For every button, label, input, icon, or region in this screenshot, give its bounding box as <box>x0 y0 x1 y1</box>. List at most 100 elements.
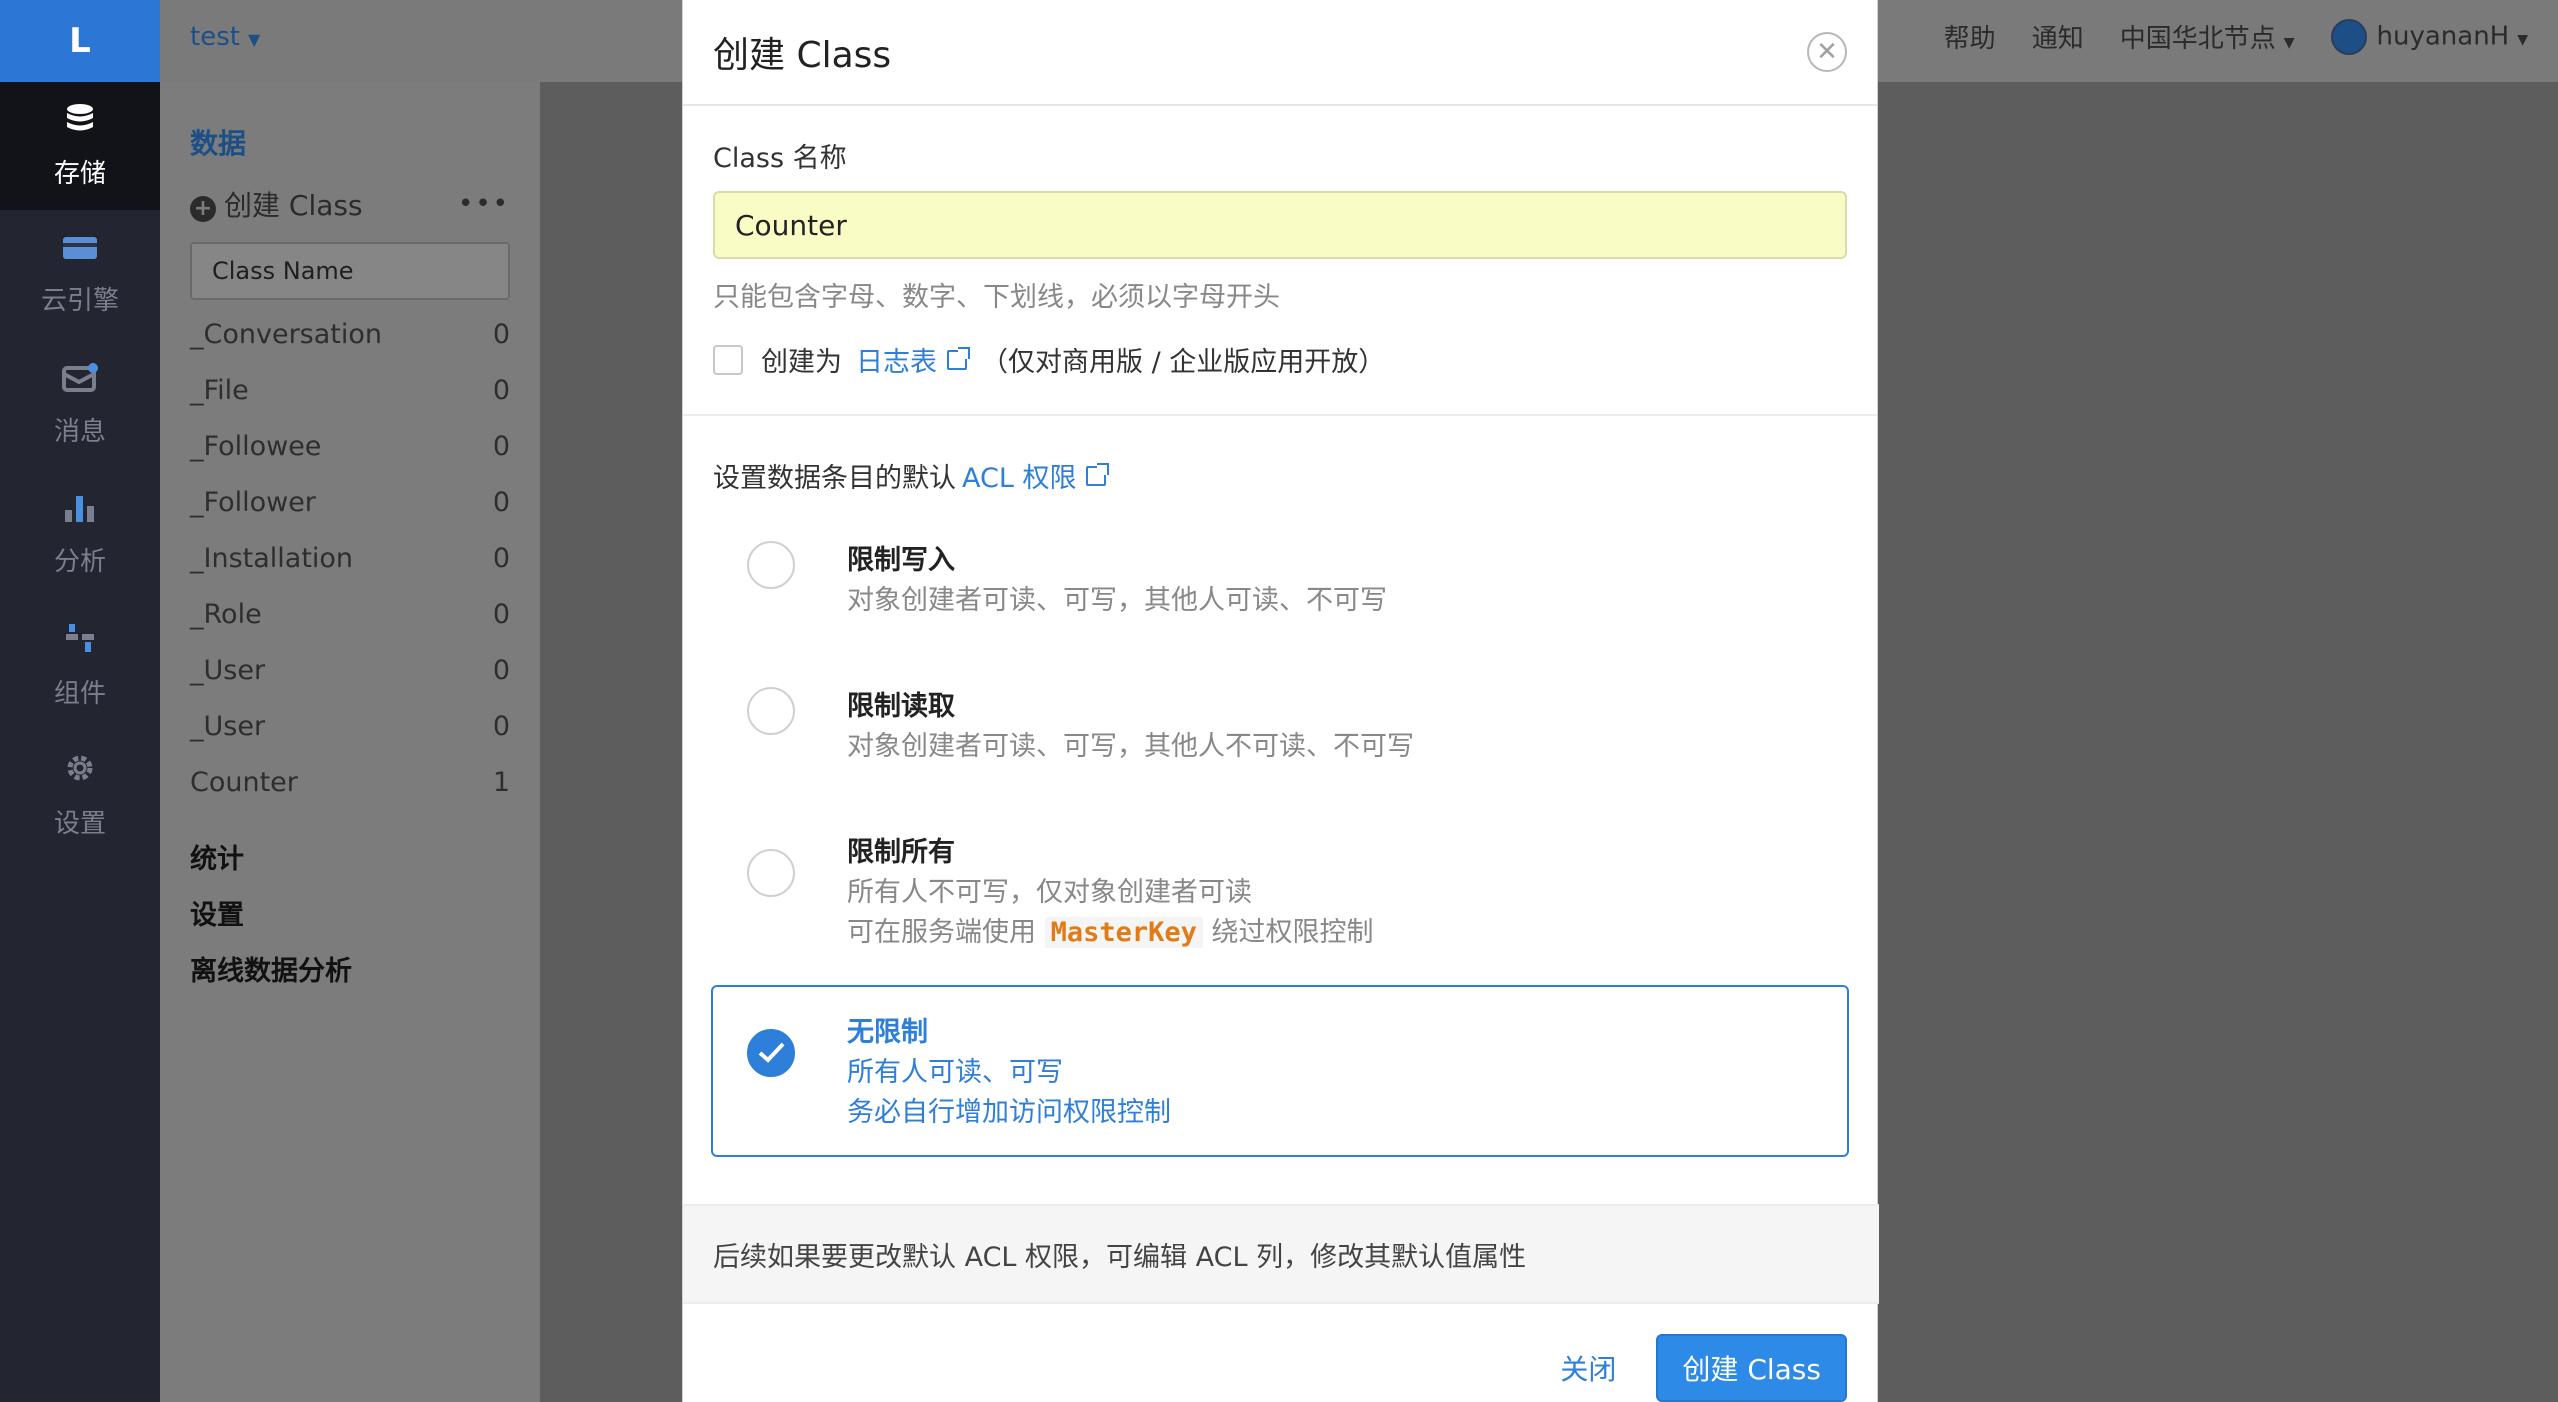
create-class-row: + 创建 Class ••• <box>190 184 510 224</box>
help-link[interactable]: 帮助 <box>1944 18 1996 55</box>
nav-item-label: 分析 <box>53 547 106 577</box>
close-icon[interactable]: ✕ <box>1807 32 1847 72</box>
nav-item-label: 设置 <box>53 809 106 839</box>
server-icon <box>61 233 99 270</box>
class-count: 0 <box>492 374 510 406</box>
acl-heading-prefix: 设置数据条目的默认 <box>713 463 956 494</box>
acl-option-desc: 对象创建者可读、可写，其他人不可读、不可写 <box>847 731 1414 762</box>
external-link-icon <box>1086 462 1110 486</box>
class-name: _Role <box>190 598 262 630</box>
notice-link[interactable]: 通知 <box>2032 18 2084 55</box>
acl-option-restrict-read[interactable]: 限制读取 对象创建者可读、可写，其他人不可读、不可写 <box>711 665 1849 811</box>
log-table-suffix: （仅对商用版 / 企业版应用开放） <box>981 347 1386 378</box>
acl-link[interactable]: ACL 权限 <box>962 456 1076 495</box>
gear-icon <box>62 750 98 793</box>
sidebar-section-title[interactable]: 数据 <box>190 122 510 162</box>
components-icon <box>62 620 98 663</box>
log-table-checkbox[interactable] <box>713 344 743 375</box>
more-options-icon[interactable]: ••• <box>458 189 510 219</box>
acl-option-desc: 所有人可读、可写 <box>847 1057 1063 1088</box>
class-list-item[interactable]: _User 0 <box>190 698 510 754</box>
create-class-dialog: 创建 Class ✕ Class 名称 Counter 只能包含字母、数字、下划… <box>682 0 1879 1402</box>
acl-option-restrict-write[interactable]: 限制写入 对象创建者可读、可写，其他人可读、不可写 <box>711 519 1849 665</box>
user-name: huyananH <box>2376 21 2510 51</box>
radio-button[interactable] <box>747 849 795 897</box>
app-switcher[interactable]: test ▼ <box>190 22 260 52</box>
sidebar-link-stats[interactable]: 统计 <box>190 828 510 884</box>
class-list-item[interactable]: _Conversation 0 <box>190 306 510 362</box>
class-filter-input[interactable]: Class Name <box>190 242 510 300</box>
class-count: 0 <box>492 318 510 350</box>
create-class-submit-button[interactable]: 创建 Class <box>1656 1334 1847 1402</box>
app-logo[interactable]: L <box>0 0 160 82</box>
acl-option-title: 限制写入 <box>847 545 955 576</box>
nav-item-label: 组件 <box>53 679 106 709</box>
class-list-item[interactable]: _User 0 <box>190 642 510 698</box>
class-name: Counter <box>190 766 298 798</box>
nav-item-label: 消息 <box>53 417 106 447</box>
class-count: 0 <box>492 486 510 518</box>
acl-option-title: 无限制 <box>847 1017 928 1048</box>
class-name: _Followee <box>190 430 322 462</box>
acl-option-title: 限制所有 <box>847 837 955 868</box>
nav-item-components[interactable]: 组件 <box>0 600 160 730</box>
external-link-icon <box>947 346 970 370</box>
acl-option-desc-2: 务必自行增加访问权限控制 <box>847 1097 1171 1128</box>
nav-item-label: 存储 <box>53 159 106 189</box>
region-selector[interactable]: 中国华北节点 ▼ <box>2120 18 2295 55</box>
class-list-item[interactable]: Counter 1 <box>190 754 510 810</box>
user-avatar-icon <box>2330 18 2367 55</box>
class-list-item[interactable]: _Followee 0 <box>190 418 510 474</box>
log-table-link[interactable]: 日志表 <box>856 340 937 379</box>
nav-item-analytics[interactable]: 分析 <box>0 470 160 600</box>
acl-option-body: 限制读取 对象创建者可读、可写，其他人不可读、不可写 <box>847 687 1414 767</box>
class-name: _User <box>190 654 266 686</box>
class-list-item[interactable]: _Installation 0 <box>190 530 510 586</box>
acl-option-unrestricted[interactable]: 无限制 所有人可读、可写 务必自行增加访问权限控制 <box>711 985 1849 1157</box>
class-name: _Installation <box>190 542 354 574</box>
user-menu[interactable]: huyananH ▼ <box>2330 18 2528 55</box>
nav-item-label: 云引擎 <box>40 286 119 316</box>
close-button[interactable]: 关闭 <box>1560 1348 1616 1388</box>
nav-item-storage[interactable]: 存储 <box>0 82 160 210</box>
nav-item-cloud-engine[interactable]: 云引擎 <box>0 210 160 340</box>
class-name: _Conversation <box>190 318 383 350</box>
dialog-actions: 关闭 创建 Class <box>1560 1334 1847 1402</box>
class-count: 0 <box>492 710 510 742</box>
sidebar-link-offline-analysis[interactable]: 离线数据分析 <box>190 940 510 996</box>
nav-item-settings[interactable]: 设置 <box>0 730 160 860</box>
class-name: _Follower <box>190 486 316 518</box>
class-count: 0 <box>492 542 510 574</box>
chevron-down-icon: ▼ <box>2517 32 2528 48</box>
class-name-label: Class 名称 <box>713 143 847 174</box>
radio-button[interactable] <box>747 687 795 735</box>
left-nav: L 存储 云引擎 消息 分析 组件 设置 <box>0 0 160 1402</box>
app-name: test <box>190 22 240 52</box>
nav-item-messages[interactable]: 消息 <box>0 340 160 470</box>
acl-option-desc-2: 可在服务端使用 MasterKey 绕过权限控制 <box>847 913 1374 953</box>
region-label: 中国华北节点 <box>2119 24 2276 54</box>
message-icon <box>61 362 99 401</box>
dialog-header: 创建 Class ✕ <box>683 0 1877 106</box>
sidebar-link-settings[interactable]: 设置 <box>190 884 510 940</box>
create-class-button[interactable]: + 创建 Class <box>190 184 363 224</box>
class-name-input[interactable]: Counter <box>713 191 1847 259</box>
radio-button-checked[interactable] <box>747 1029 795 1077</box>
acl-option-title: 限制读取 <box>847 691 955 722</box>
class-name-hint: 只能包含字母、数字、下划线，必须以字母开头 <box>713 282 1280 313</box>
acl-heading: 设置数据条目的默认 ACL 权限 <box>713 456 1847 495</box>
data-sidebar: 数据 + 创建 Class ••• Class Name _Conversatio… <box>160 82 540 1402</box>
log-table-option: 创建为 日志表 （仅对商用版 / 企业版应用开放） <box>713 340 1847 379</box>
chevron-down-icon: ▼ <box>2283 35 2295 51</box>
class-list-item[interactable]: _Follower 0 <box>190 474 510 530</box>
class-list: _Conversation 0 _File 0 _Followee 0 _Follow… <box>190 306 510 810</box>
radio-button[interactable] <box>747 541 795 589</box>
acl-option-restrict-all[interactable]: 限制所有 所有人不可写，仅对象创建者可读 可在服务端使用 MasterKey 绕… <box>711 811 1849 985</box>
top-right-menu: 帮助 通知 中国华北节点 ▼ huyananH ▼ <box>1944 18 2528 55</box>
class-name: _User <box>190 710 266 742</box>
acl-section: 设置数据条目的默认 ACL 权限 限制写入 对象创建者可读、可写，其他人可读、不… <box>683 416 1877 1157</box>
class-name-section: Class 名称 Counter 只能包含字母、数字、下划线，必须以字母开头 创… <box>683 106 1877 416</box>
create-class-label: 创建 Class <box>224 189 363 222</box>
class-list-item[interactable]: _File 0 <box>190 362 510 418</box>
class-list-item[interactable]: _Role 0 <box>190 586 510 642</box>
